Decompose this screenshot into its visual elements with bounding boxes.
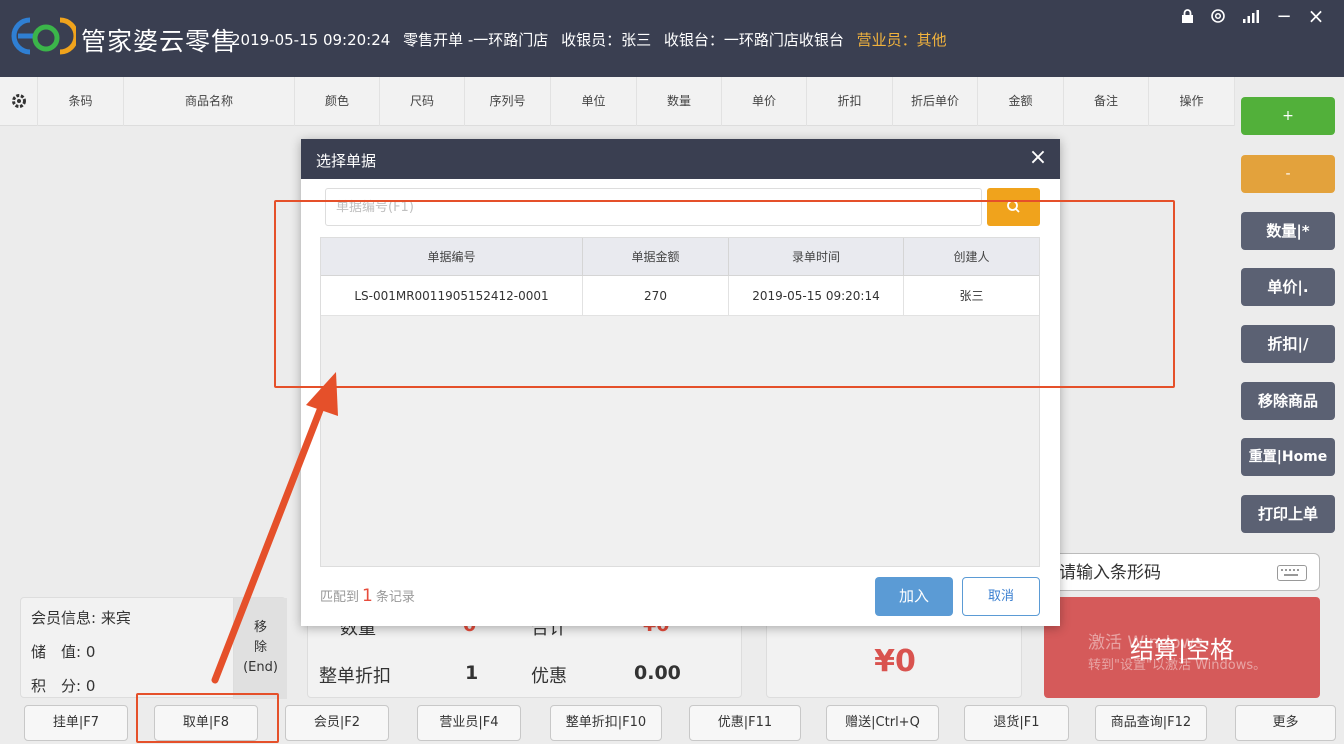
match-prefix: 匹配到 (320, 590, 360, 605)
barcode-input[interactable] (1059, 560, 1274, 586)
annotation-highlight-retrieve (136, 693, 279, 743)
remove-member-label: 移除 (253, 620, 267, 655)
settings-icon[interactable] (1208, 6, 1228, 26)
checkout-button[interactable]: 结算|空格 激活 Windows 转到"设置"以激活 Windows。 (1044, 597, 1320, 698)
unit-price-button[interactable]: 单价|. (1241, 268, 1335, 306)
barcode-field (1050, 553, 1320, 591)
hold-order-button[interactable]: 挂单|F7 (24, 705, 128, 741)
match-summary: 匹配到 1 条记录 (320, 586, 415, 606)
column-action: 操作 (1149, 77, 1235, 126)
match-suffix: 条记录 (375, 590, 415, 605)
header-datetime: 2019-05-15 09:20:24 (231, 31, 391, 49)
member-points: 积 分: 0 (31, 677, 96, 695)
member-button[interactable]: 会员|F2 (285, 705, 389, 741)
promo-label: 优惠 (531, 666, 567, 687)
reset-button[interactable]: 重置|Home (1241, 438, 1335, 476)
discount-button[interactable]: 折扣|/ (1241, 325, 1335, 363)
column-amount: 金额 (978, 77, 1064, 126)
lock-icon[interactable] (1178, 6, 1196, 26)
promo-value: 0.00 (634, 662, 681, 684)
remove-member-key: (End) (243, 660, 278, 675)
remove-member-button[interactable]: 移除 (End) (233, 598, 287, 699)
return-button[interactable]: 退货|F1 (964, 705, 1069, 741)
order-discount-label: 整单折扣 (319, 666, 391, 687)
increase-button[interactable]: + (1241, 97, 1335, 135)
column-discounted-price: 折后单价 (893, 77, 978, 126)
dialog-header: 选择单据 × (301, 139, 1060, 179)
column-serial: 序列号 (465, 77, 551, 126)
product-table-header: 条码 商品名称 颜色 尺码 序列号 单位 数量 单价 折扣 折后单价 金额 备注… (0, 77, 1235, 126)
annotation-highlight-table (274, 200, 1175, 388)
column-barcode: 条码 (38, 77, 124, 126)
column-discount: 折扣 (807, 77, 893, 126)
keyboard-icon[interactable] (1277, 565, 1307, 581)
member-info: 会员信息: 来宾 (31, 609, 131, 627)
column-product-name: 商品名称 (124, 77, 295, 126)
header-cashier: 收银员：张三 (561, 31, 652, 49)
windows-watermark-text: 转到"设置"以激活 Windows。 (1088, 658, 1267, 673)
close-window-button[interactable]: × (1306, 4, 1326, 28)
column-unit: 单位 (551, 77, 637, 126)
cancel-button[interactable]: 取消 (962, 577, 1040, 616)
header-mode: 零售开单 -一环路门店 (403, 31, 549, 49)
side-panel: + - 数量|* 单价|. 折扣|/ 移除商品 重置|Home 打印上单 (1235, 77, 1344, 550)
column-price: 单价 (722, 77, 807, 126)
decrease-button[interactable]: - (1241, 155, 1335, 193)
quantity-button[interactable]: 数量|* (1241, 212, 1335, 250)
windows-watermark-title: 激活 Windows (1088, 633, 1204, 653)
header-register: 收银台：一环路门店收银台 (663, 31, 844, 49)
remove-item-button[interactable]: 移除商品 (1241, 382, 1335, 420)
column-remark: 备注 (1064, 77, 1149, 126)
payable-amount: ¥0 (874, 644, 916, 679)
member-info-panel: 会员信息: 来宾 储 值: 0 积 分: 0 移除 (End) (20, 597, 287, 699)
column-size: 尺码 (380, 77, 465, 126)
member-stored-value: 储 值: 0 (31, 643, 96, 661)
app-title: 管家婆云零售 (81, 27, 238, 56)
minimize-button[interactable]: − (1274, 6, 1294, 27)
match-count: 1 (362, 586, 373, 606)
salesperson-button[interactable]: 营业员|F4 (417, 705, 521, 741)
column-quantity: 数量 (637, 77, 722, 126)
order-discount-button[interactable]: 整单折扣|F10 (550, 705, 662, 741)
gift-button[interactable]: 赠送|Ctrl+Q (826, 705, 939, 741)
promotion-button[interactable]: 优惠|F11 (689, 705, 801, 741)
app-logo-icon (11, 17, 76, 55)
order-discount-value: 1 (465, 662, 479, 684)
more-button[interactable]: 更多 (1235, 705, 1336, 741)
print-last-button[interactable]: 打印上单 (1241, 495, 1335, 533)
app-header: 管家婆云零售 2019-05-15 09:20:24 零售开单 -一环路门店 收… (0, 0, 1344, 77)
add-button[interactable]: 加入 (875, 577, 953, 616)
column-settings-icon[interactable] (0, 77, 38, 126)
dialog-close-icon[interactable]: × (1028, 147, 1048, 169)
column-color: 颜色 (295, 77, 380, 126)
header-salesperson[interactable]: 营业员：其他 (857, 31, 947, 49)
dialog-title: 选择单据 (316, 152, 377, 170)
signal-icon (1240, 6, 1262, 26)
header-info: 2019-05-15 09:20:24 零售开单 -一环路门店 收银员：张三 收… (231, 29, 955, 50)
product-lookup-button[interactable]: 商品查询|F12 (1095, 705, 1207, 741)
